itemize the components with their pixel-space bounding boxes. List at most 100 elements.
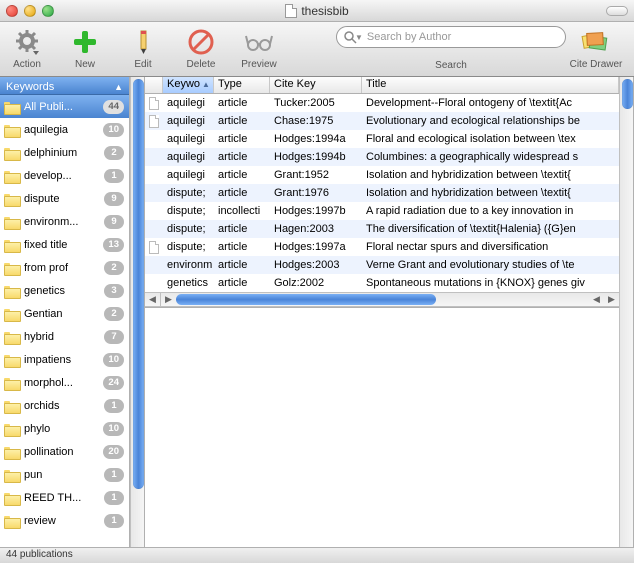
sidebar-item[interactable]: phylo10 bbox=[0, 417, 129, 440]
zoom-window-button[interactable] bbox=[42, 5, 54, 17]
folder-icon bbox=[4, 215, 20, 228]
table-row[interactable]: aquilegiarticleHodges:1994aFloral and ec… bbox=[145, 130, 619, 148]
row-icon-cell bbox=[145, 240, 163, 255]
row-keywords: aquilegi bbox=[163, 150, 214, 164]
toolbar-toggle-button[interactable] bbox=[606, 6, 628, 16]
plus-icon bbox=[69, 26, 101, 58]
sidebar-item-count: 2 bbox=[104, 261, 124, 275]
scroll-right-arrow-2[interactable]: ▶ bbox=[604, 292, 619, 307]
sidebar-item[interactable]: delphinium2 bbox=[0, 141, 129, 164]
sidebar-item[interactable]: morphol...24 bbox=[0, 371, 129, 394]
row-citekey: Tucker:2005 bbox=[270, 96, 362, 110]
row-type: article bbox=[214, 150, 270, 164]
sidebar-item[interactable]: aquilegia10 bbox=[0, 118, 129, 141]
sidebar-item[interactable]: pollination20 bbox=[0, 440, 129, 463]
folder-icon bbox=[4, 100, 20, 113]
sidebar-item[interactable]: orchids1 bbox=[0, 394, 129, 417]
sidebar-item-label: hybrid bbox=[24, 331, 104, 343]
sidebar-item[interactable]: Gentian2 bbox=[0, 302, 129, 325]
table-row[interactable]: dispute;incollectiHodges:1997bA rapid ra… bbox=[145, 202, 619, 220]
window-title: thesisbib bbox=[0, 4, 634, 18]
row-keywords: dispute; bbox=[163, 240, 214, 254]
row-keywords: dispute; bbox=[163, 204, 214, 218]
row-citekey: Grant:1976 bbox=[270, 186, 362, 200]
column-title[interactable]: Title bbox=[362, 77, 619, 93]
sidebar-item[interactable]: dispute9 bbox=[0, 187, 129, 210]
sidebar-item[interactable]: REED TH...1 bbox=[0, 486, 129, 509]
search-input[interactable] bbox=[367, 31, 561, 43]
table-row[interactable]: aquilegiarticleGrant:1952Isolation and h… bbox=[145, 166, 619, 184]
folder-icon bbox=[4, 514, 20, 527]
row-keywords: aquilegi bbox=[163, 96, 214, 110]
table-row[interactable]: dispute;articleGrant:1976Isolation and h… bbox=[145, 184, 619, 202]
sidebar-item[interactable]: environm...9 bbox=[0, 210, 129, 233]
row-title: A rapid radiation due to a key innovatio… bbox=[362, 204, 619, 218]
sidebar-header[interactable]: Keywords ▲ bbox=[0, 77, 129, 95]
table-horizontal-scrollbar[interactable]: ◀ ▶ ◀ ▶ bbox=[145, 292, 619, 307]
sidebar-item[interactable]: impatiens10 bbox=[0, 348, 129, 371]
table-vertical-scrollbar[interactable] bbox=[619, 77, 634, 547]
sidebar-scrollbar[interactable] bbox=[130, 77, 145, 547]
sidebar-item[interactable]: review1 bbox=[0, 509, 129, 532]
horizontal-scrollbar-thumb[interactable] bbox=[176, 294, 436, 305]
sidebar-item-count: 2 bbox=[104, 146, 124, 160]
sidebar-item[interactable]: develop...1 bbox=[0, 164, 129, 187]
row-keywords: aquilegi bbox=[163, 168, 214, 182]
status-text: 44 publications bbox=[6, 549, 73, 560]
action-menu-button[interactable]: Action bbox=[8, 26, 46, 70]
sidebar-item-count: 1 bbox=[104, 491, 124, 505]
table-row[interactable]: environmarticleHodges:2003Verne Grant an… bbox=[145, 256, 619, 274]
search-menu-arrow[interactable]: ▼ bbox=[355, 33, 363, 42]
sidebar-item-count: 1 bbox=[104, 399, 124, 413]
table-body: aquilegiarticleTucker:2005Development--F… bbox=[145, 94, 619, 292]
sidebar-item[interactable]: pun1 bbox=[0, 463, 129, 486]
table-scrollbar-thumb[interactable] bbox=[622, 79, 633, 109]
sidebar-item-label: develop... bbox=[24, 170, 104, 182]
column-icon[interactable] bbox=[145, 77, 163, 93]
table-row[interactable]: aquilegiarticleHodges:1994bColumbines: a… bbox=[145, 148, 619, 166]
cite-drawer-button[interactable]: Cite Drawer bbox=[566, 26, 626, 70]
table-row[interactable]: aquilegiarticleTucker:2005Development--F… bbox=[145, 94, 619, 112]
sidebar-scrollbar-thumb[interactable] bbox=[133, 79, 144, 489]
sidebar-item-label: pollination bbox=[24, 446, 103, 458]
sidebar-item-label: REED TH... bbox=[24, 492, 104, 504]
scroll-right-arrow[interactable]: ▶ bbox=[161, 292, 176, 307]
sidebar-item-label: delphinium bbox=[24, 147, 104, 159]
folder-icon bbox=[4, 261, 20, 274]
folder-icon bbox=[4, 376, 20, 389]
table-row[interactable]: dispute;articleHodges:1997aFloral nectar… bbox=[145, 238, 619, 256]
column-type[interactable]: Type bbox=[214, 77, 270, 93]
sidebar-item-count: 1 bbox=[104, 468, 124, 482]
search-label: Search bbox=[435, 60, 467, 71]
row-icon-cell bbox=[145, 138, 163, 140]
row-citekey: Hodges:1997b bbox=[270, 204, 362, 218]
row-icon-cell bbox=[145, 282, 163, 284]
preview-button[interactable]: Preview bbox=[240, 26, 278, 70]
column-keywords[interactable]: Keywo▲ bbox=[163, 77, 214, 93]
new-button[interactable]: New bbox=[66, 26, 104, 70]
action-label: Action bbox=[13, 59, 41, 70]
close-window-button[interactable] bbox=[6, 5, 18, 17]
sidebar-item[interactable]: hybrid7 bbox=[0, 325, 129, 348]
scroll-left-arrow[interactable]: ◀ bbox=[145, 292, 160, 307]
column-citekey[interactable]: Cite Key bbox=[270, 77, 362, 93]
search-field[interactable]: ▼ bbox=[336, 26, 566, 48]
delete-button[interactable]: Delete bbox=[182, 26, 220, 70]
folder-icon bbox=[4, 169, 20, 182]
minimize-window-button[interactable] bbox=[24, 5, 36, 17]
sort-ascending-icon: ▲ bbox=[202, 80, 210, 89]
sidebar-item[interactable]: from prof2 bbox=[0, 256, 129, 279]
sidebar-item-label: orchids bbox=[24, 400, 104, 412]
sidebar-item[interactable]: All Publi...44 bbox=[0, 95, 129, 118]
sidebar-item[interactable]: fixed title13 bbox=[0, 233, 129, 256]
table-row[interactable]: geneticsarticleGolz:2002Spontaneous muta… bbox=[145, 274, 619, 292]
row-title: The diversification of \textit{Halenia} … bbox=[362, 222, 619, 236]
sidebar-item[interactable]: genetics3 bbox=[0, 279, 129, 302]
table-row[interactable]: aquilegiarticleChase:1975Evolutionary an… bbox=[145, 112, 619, 130]
row-type: article bbox=[214, 132, 270, 146]
table-row[interactable]: dispute;articleHagen:2003The diversifica… bbox=[145, 220, 619, 238]
row-type: article bbox=[214, 186, 270, 200]
sidebar-item-count: 10 bbox=[103, 123, 124, 137]
scroll-left-arrow-2[interactable]: ◀ bbox=[589, 292, 604, 307]
edit-button[interactable]: Edit bbox=[124, 26, 162, 70]
